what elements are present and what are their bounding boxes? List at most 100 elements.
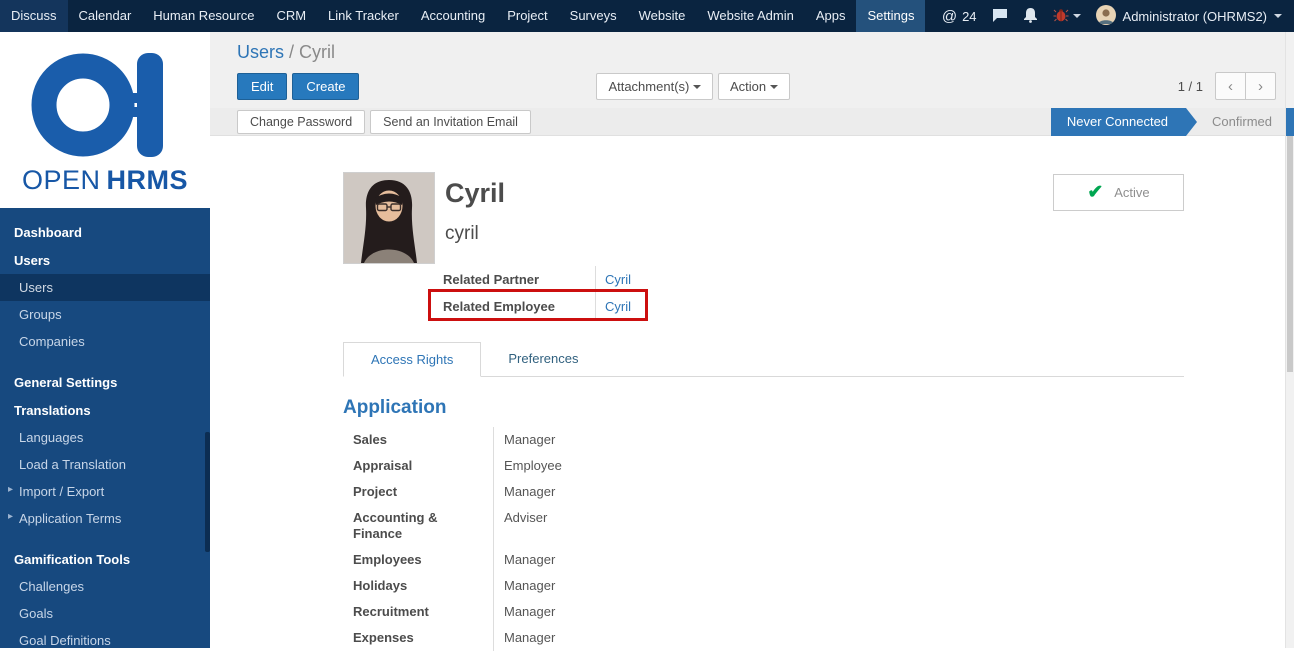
- sidebar: OPEN HRMS Dashboard Users Users Groups Compan…: [0, 32, 210, 648]
- sidebar-header-users[interactable]: Users: [0, 246, 210, 274]
- user-menu[interactable]: Administrator (OHRMS2): [1095, 4, 1282, 28]
- control-panel-buttons: Edit Create Attachment(s) Action 1 / 1 ‹…: [237, 72, 1276, 100]
- sidebar-scrollbar-thumb[interactable]: [205, 432, 210, 552]
- tab-preferences[interactable]: Preferences: [481, 342, 605, 377]
- app-row-recruitment: Recruitment Manager: [343, 599, 1184, 625]
- sidebar-item-label: Groups: [19, 307, 62, 322]
- topbar-item-accounting[interactable]: Accounting: [410, 0, 496, 32]
- app-field-label: Project: [353, 484, 398, 499]
- sidebar-item-challenges[interactable]: Challenges: [0, 573, 210, 600]
- breadcrumb-users-link[interactable]: Users: [237, 42, 284, 62]
- sidebar-header-gamification-tools[interactable]: Gamification Tools: [0, 545, 210, 573]
- topbar-item-surveys[interactable]: Surveys: [559, 0, 628, 32]
- notifications-button[interactable]: [1023, 7, 1038, 26]
- notebook-tabs: Access Rights Preferences: [343, 342, 1184, 377]
- topbar-item-discuss[interactable]: Discuss: [0, 0, 68, 32]
- mentions-button[interactable]: @ 24: [942, 8, 977, 25]
- status-never-connected[interactable]: Never Connected: [1050, 107, 1198, 136]
- avatar: [1095, 4, 1116, 28]
- sidebar-item-application-terms[interactable]: ▸ Application Terms: [0, 505, 210, 532]
- attachments-dropdown[interactable]: Attachment(s): [596, 72, 713, 100]
- topbar-item-settings[interactable]: Settings: [856, 0, 926, 32]
- sidebar-item-load-a-translation[interactable]: Load a Translation: [0, 451, 210, 478]
- related-employee-row: Related Employee Cyril: [443, 293, 703, 320]
- mentions-count: 24: [962, 8, 977, 24]
- tab-access-rights[interactable]: Access Rights: [343, 342, 482, 377]
- sidebar-section-users: Users Users Groups Companies: [0, 246, 210, 355]
- sidebar-section-gamification-tools: Gamification Tools Challenges Goals Goal De…: [0, 545, 210, 648]
- topbar-item-website-admin[interactable]: Website Admin: [696, 0, 804, 32]
- sidebar-section-dashboard: Dashboard: [0, 218, 210, 246]
- topbar-right: @ 24 Administrator (OHRMS2): [942, 0, 1294, 32]
- active-label: Active: [1114, 185, 1150, 200]
- application-table: Sales Manager Appraisal Employee Project Mana…: [343, 427, 1184, 651]
- pager-next-button[interactable]: ›: [1245, 72, 1276, 100]
- action-label: Action: [729, 78, 767, 94]
- chat-icon: [992, 7, 1008, 26]
- scrollbar-thumb[interactable]: [1287, 136, 1293, 372]
- status-ribbon: Never Connected Confirmed: [1050, 107, 1294, 136]
- action-dropdown[interactable]: Action: [717, 72, 790, 100]
- chevron-down-icon: [1274, 14, 1282, 18]
- related-fields: Related Partner Cyril Related Employee C…: [428, 266, 703, 321]
- user-photo[interactable]: [343, 172, 435, 264]
- sidebar-header-general-settings[interactable]: General Settings: [0, 368, 210, 396]
- check-icon: ✔: [1087, 182, 1104, 203]
- pager-previous-button[interactable]: ‹: [1215, 72, 1246, 100]
- topbar-item-project[interactable]: Project: [496, 0, 558, 32]
- vertical-scrollbar[interactable]: [1285, 32, 1294, 648]
- expand-arrow-icon: ▸: [8, 484, 14, 495]
- sidebar-header-translations[interactable]: Translations: [0, 396, 210, 424]
- sidebar-menu: Dashboard Users Users Groups Companies Genera…: [0, 208, 210, 648]
- send-invitation-button[interactable]: Send an Invitation Email: [370, 109, 531, 134]
- topbar-item-link-tracker[interactable]: Link Tracker: [317, 0, 410, 32]
- sidebar-item-import-export[interactable]: ▸ Import / Export: [0, 478, 210, 505]
- sidebar-section-translations: Translations Languages Load a Translation ▸…: [0, 396, 210, 532]
- sidebar-item-goals[interactable]: Goals: [0, 600, 210, 627]
- app-field-value: Employee: [493, 453, 1184, 479]
- status-confirmed[interactable]: Confirmed: [1186, 108, 1294, 136]
- avatar: [344, 173, 434, 263]
- related-partner-label: Related Partner: [443, 272, 540, 287]
- topbar-item-calendar[interactable]: Calendar: [68, 0, 143, 32]
- record-title-block: Cyril cyril: [445, 172, 505, 264]
- related-employee-link[interactable]: Cyril: [595, 293, 655, 320]
- topbar-item-human-resource[interactable]: Human Resource: [142, 0, 265, 32]
- breadcrumb-current: Cyril: [299, 42, 336, 62]
- create-button[interactable]: Create: [292, 72, 360, 100]
- edit-button[interactable]: Edit: [237, 72, 288, 100]
- related-partner-row: Related Partner Cyril: [443, 266, 703, 293]
- sidebar-item-languages[interactable]: Languages: [0, 424, 210, 451]
- sidebar-item-groups[interactable]: Groups: [0, 301, 210, 328]
- sidebar-item-companies[interactable]: Companies: [0, 328, 210, 355]
- change-password-button[interactable]: Change Password: [237, 109, 366, 134]
- chevron-down-icon: [1072, 14, 1081, 18]
- application-section-title: Application: [343, 397, 447, 418]
- record-login: cyril: [445, 223, 479, 244]
- chevron-right-icon: ›: [1258, 77, 1263, 95]
- chat-button[interactable]: [992, 7, 1008, 26]
- topbar-item-crm[interactable]: CRM: [265, 0, 317, 32]
- related-partner-link[interactable]: Cyril: [595, 266, 655, 293]
- scrollbar-ribbon-edge: [1286, 108, 1294, 136]
- sidebar-item-goal-definitions[interactable]: Goal Definitions: [0, 627, 210, 648]
- topbar-item-apps[interactable]: Apps: [805, 0, 857, 32]
- app-field-label: Expenses: [353, 630, 414, 645]
- logo-text-open: OPEN: [21, 164, 101, 195]
- active-toggle-button[interactable]: ✔ Active: [1053, 174, 1184, 211]
- record-name: Cyril: [445, 178, 506, 208]
- sidebar-item-label: Users: [19, 280, 53, 295]
- sidebar-item-label: Companies: [19, 334, 85, 349]
- app-field-value: Manager: [493, 479, 1184, 505]
- sidebar-item-users[interactable]: Users: [0, 274, 210, 301]
- app-field-value: Manager: [493, 573, 1184, 599]
- app-row-project: Project Manager: [343, 479, 1184, 505]
- topbar-item-website[interactable]: Website: [628, 0, 697, 32]
- app-field-value: Manager: [493, 427, 1184, 453]
- chevron-down-icon: [692, 85, 701, 90]
- chevron-left-icon: ‹: [1228, 77, 1233, 95]
- sidebar-item-label: Challenges: [19, 579, 85, 594]
- debug-menu-button[interactable]: [1053, 8, 1081, 25]
- breadcrumb: Users / Cyril: [237, 42, 1276, 63]
- sidebar-header-dashboard[interactable]: Dashboard: [0, 218, 210, 246]
